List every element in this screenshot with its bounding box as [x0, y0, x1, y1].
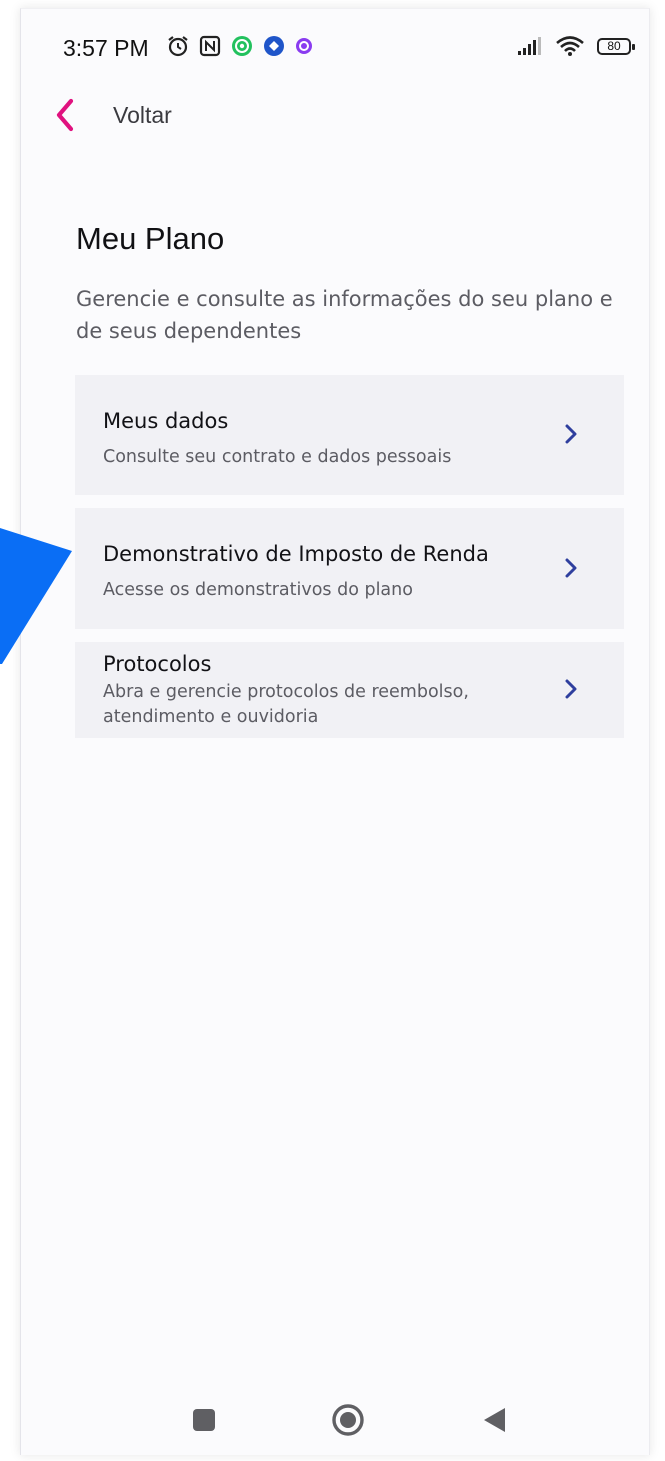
menu-item-imposto-de-renda[interactable]: Demonstrativo de Imposto de Renda Acesse…: [75, 508, 624, 629]
menu-item-description: Consulte seu contrato e dados pessoais: [103, 447, 452, 467]
status-time: 3:57 PM: [63, 35, 149, 61]
menu-item-title: Demonstrativo de Imposto de Renda: [103, 542, 489, 566]
navigation-bar: [21, 1395, 649, 1455]
phone-screen: 3:57 PM 80 Voltar Meu Plano Gerencie e c…: [20, 8, 650, 1455]
menu-item-title: Meus dados: [103, 409, 229, 433]
menu-item-title: Protocolos: [103, 652, 212, 676]
page-title: Meu Plano: [76, 221, 225, 256]
battery-icon: 80: [597, 37, 635, 55]
back-button[interactable]: Voltar: [53, 95, 172, 135]
chevron-right-icon: [565, 558, 577, 578]
app-icon: [264, 36, 284, 56]
menu-item-description: Abra e gerencie protocolos de reembolso,…: [103, 682, 469, 727]
chevron-left-icon: [56, 98, 74, 132]
nfc-icon: [199, 35, 221, 57]
recents-icon[interactable]: [193, 1409, 215, 1431]
menu-item-meus-dados[interactable]: Meus dados Consulte seu contrato e dados…: [75, 375, 624, 495]
messenger-icon: [296, 38, 312, 54]
status-bar: 3:57 PM 80: [21, 9, 649, 81]
chevron-right-icon: [565, 679, 577, 699]
menu-item-description: Acesse os demonstrativos do plano: [103, 580, 413, 600]
page-subtitle: Gerencie e consulte as informações do se…: [76, 287, 613, 343]
back-label: Voltar: [113, 101, 172, 128]
chevron-right-icon: [565, 424, 577, 444]
wifi-icon: [556, 36, 584, 56]
system-icons: 80: [517, 35, 635, 57]
notification-icons: [167, 35, 313, 57]
alarm-icon: [168, 36, 188, 57]
whatsapp-icon: [232, 36, 252, 56]
menu-item-protocolos[interactable]: Protocolos Abra e gerencie protocolos de…: [75, 642, 624, 738]
back-icon[interactable]: [481, 1406, 507, 1434]
signal-icon: [518, 37, 541, 55]
home-icon[interactable]: [331, 1403, 365, 1437]
